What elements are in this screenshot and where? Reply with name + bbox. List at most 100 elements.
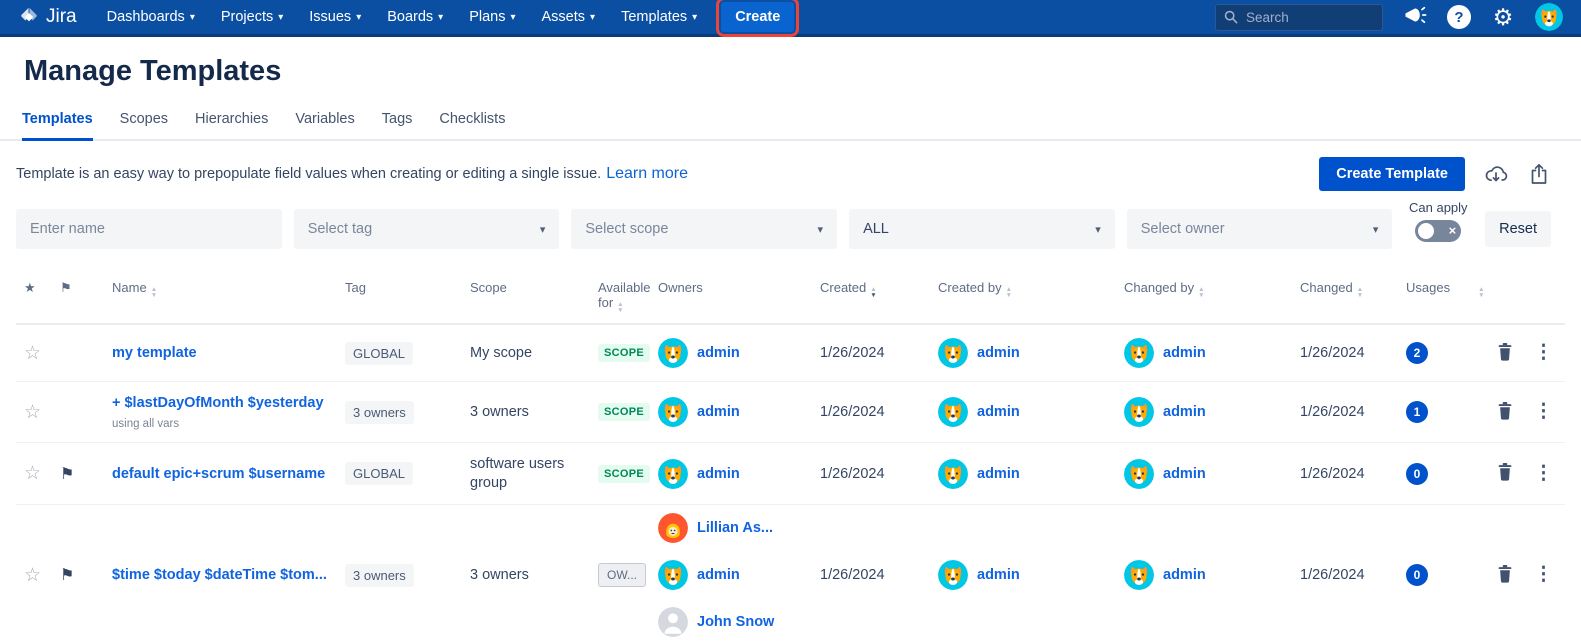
column-header-owners[interactable]: Owners [658,249,820,323]
owner-link[interactable]: Lillian As... [697,520,773,536]
tab-variables[interactable]: Variables [295,105,354,139]
owner-filter-select[interactable]: Select owner ▾ [1126,209,1393,249]
usages-badge[interactable]: 0 [1406,462,1428,485]
kebab-icon: ⋮ [1534,564,1553,585]
column-header-scope[interactable]: Scope [470,249,598,323]
nav-item-assets[interactable]: Assets ▾ [542,9,596,25]
tab-scopes[interactable]: Scopes [120,105,168,139]
dog-avatar [658,559,688,590]
chevron-down-icon: ▾ [539,223,546,236]
row-actions-menu-button[interactable]: ⋮ [1534,402,1553,421]
tab-checklists[interactable]: Checklists [439,105,505,139]
create-template-button[interactable]: Create Template [1319,157,1465,191]
nav-item-boards[interactable]: Boards ▾ [387,9,443,25]
tab-templates[interactable]: Templates [22,105,93,141]
nav-item-templates[interactable]: Templates ▾ [621,9,697,25]
column-header-changed-by[interactable]: Changed by ▲ ▼ [1124,249,1300,323]
row-actions-menu-button[interactable]: ⋮ [1534,464,1553,483]
column-header-created[interactable]: Created ▲ ▼ [820,249,938,323]
jira-brand[interactable]: Jira [18,6,77,28]
usages-badge[interactable]: 2 [1406,342,1428,364]
search-icon [1223,9,1239,25]
column-header-name[interactable]: Name ▲ ▼ [100,249,345,323]
tag-filter-select[interactable]: Select tag ▾ [293,209,560,249]
tab-tags[interactable]: Tags [382,105,413,139]
help-icon[interactable]: ? [1447,5,1471,29]
flag-icon[interactable]: ⚑ [60,565,74,585]
template-name-link[interactable]: $time $today $dateTime $tom... [112,567,327,583]
type-filter-select[interactable]: ALL ▾ [849,209,1115,249]
changed-by-link[interactable]: admin [1163,345,1206,361]
available-for-badge: OW... [598,563,646,587]
favorite-column-header-star-icon[interactable]: ★ [16,249,60,323]
favorite-star-icon[interactable]: ☆ [24,342,41,365]
created-date: 1/26/2024 [820,404,885,420]
nav-item-plans[interactable]: Plans ▾ [469,9,515,25]
delete-button[interactable] [1496,462,1514,485]
person-avatar [658,606,688,637]
template-subtitle: using all vars [112,417,180,430]
column-header-created-by[interactable]: Created by ▲ ▼ [938,249,1124,323]
owner-link[interactable]: John Snow [697,614,774,630]
changed-by-link[interactable]: admin [1163,567,1206,583]
owner-link[interactable]: admin [697,466,740,482]
created-by-link[interactable]: admin [977,466,1020,482]
sort-icon: ▲ ▼ [1198,286,1205,299]
nav-item-issues[interactable]: Issues ▾ [309,9,361,25]
owner-link[interactable]: admin [697,404,740,420]
settings-gear-icon[interactable]: ⚙ [1491,5,1515,29]
import-cloud-download-icon[interactable] [1484,162,1508,186]
favorite-star-icon[interactable]: ☆ [24,462,41,485]
changed-date: 1/26/2024 [1300,567,1365,583]
owner-link[interactable]: admin [697,345,740,361]
dog-avatar [1124,560,1154,590]
template-name-link[interactable]: + $lastDayOfMonth $yesterday [112,395,324,411]
column-header-tag[interactable]: Tag [345,249,470,323]
column-header-changed[interactable]: Changed ▲ ▼ [1300,249,1406,323]
search-input[interactable] [1215,3,1383,31]
nav-item-dashboards[interactable]: Dashboards ▾ [107,9,195,25]
nav-item-projects[interactable]: Projects ▾ [221,9,283,25]
dog-avatar [1124,338,1154,368]
changed-by-link[interactable]: admin [1163,466,1206,482]
row-actions-menu-button[interactable]: ⋮ [1534,343,1553,362]
changed-by-link[interactable]: admin [1163,404,1206,420]
delete-button[interactable] [1496,342,1514,365]
tab-hierarchies[interactable]: Hierarchies [195,105,268,139]
favorite-star-icon[interactable]: ☆ [24,564,41,587]
can-apply-toggle[interactable]: × [1415,220,1462,242]
created-by-link[interactable]: admin [977,345,1020,361]
table-row: ☆ my template GLOBAL My scope SCOPE admi… [16,325,1565,382]
flag-column-header-flag-icon[interactable]: ⚑ [60,249,100,323]
create-button[interactable]: Create [716,0,800,37]
chevron-down-icon: ▾ [438,11,444,23]
usages-badge[interactable]: 0 [1406,564,1428,586]
template-name-link[interactable]: default epic+scrum $username [112,466,325,482]
reset-button[interactable]: Reset [1485,211,1551,247]
chevron-down-icon: ▾ [278,11,284,23]
announcements-megaphone-icon[interactable] [1403,5,1427,29]
column-header-available-for[interactable]: Available for ▲ ▼ [598,249,658,323]
scope-filter-select[interactable]: Select scope ▾ [571,209,838,249]
flag-icon[interactable]: ⚑ [60,464,74,484]
scope-text: My scope [470,345,533,361]
available-for-badge: SCOPE [598,403,651,421]
chevron-down-icon: ▾ [189,11,195,23]
chevron-down-icon: ▾ [356,11,362,23]
usages-badge[interactable]: 1 [1406,401,1428,423]
name-filter-input[interactable] [16,209,282,249]
export-share-icon[interactable] [1527,162,1551,186]
created-by-link[interactable]: admin [977,567,1020,583]
template-name-link[interactable]: my template [112,345,197,361]
trash-icon [1496,401,1514,424]
owner-link[interactable]: admin [697,567,740,583]
column-header-usages[interactable]: Usages ▲ ▼ [1406,249,1490,323]
favorite-star-icon[interactable]: ☆ [24,401,41,424]
created-by-link[interactable]: admin [977,404,1020,420]
delete-button[interactable] [1496,401,1514,424]
learn-more-link[interactable]: Learn more [606,165,688,183]
delete-button[interactable] [1496,564,1514,587]
user-avatar[interactable] [1535,3,1563,31]
toggle-knob [1418,223,1435,239]
row-actions-menu-button[interactable]: ⋮ [1534,564,1553,585]
